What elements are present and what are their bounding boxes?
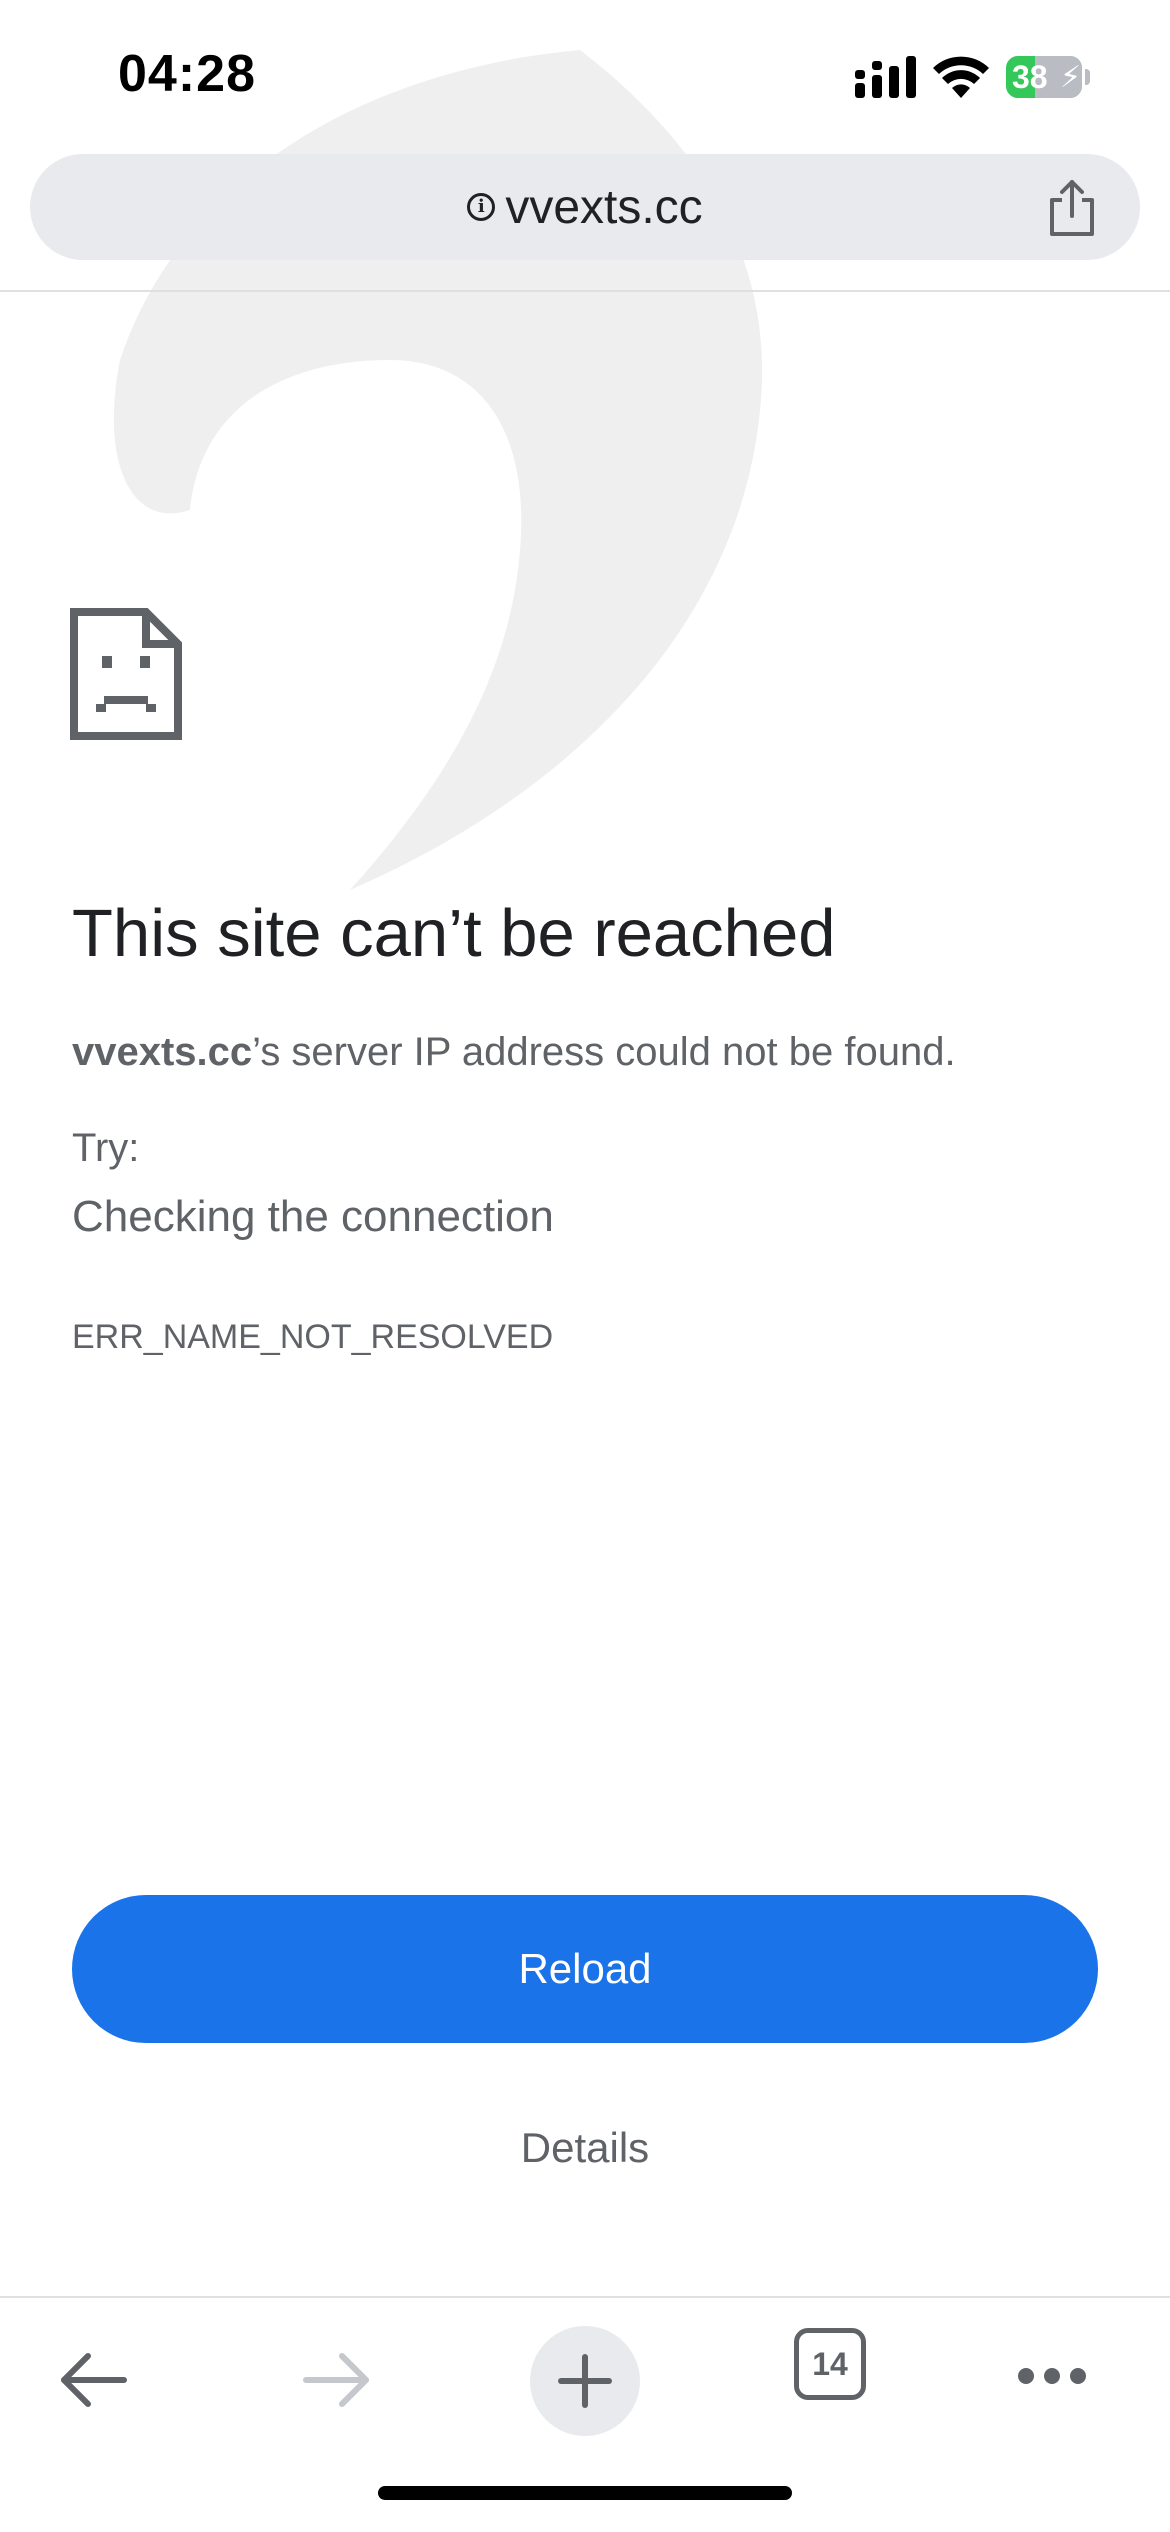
battery-icon: 38 ⚡ [1006,56,1090,98]
forward-icon[interactable] [302,2350,372,2410]
reload-button[interactable]: Reload [72,1895,1098,2043]
suggestion-item: Checking the connection [72,1192,554,1241]
battery-level-bar: 38 ⚡ [1006,56,1082,98]
plus-icon [558,2354,612,2408]
error-host: vvexts.cc [72,1030,253,1074]
home-indicator [378,2486,792,2500]
more-icon[interactable] [1014,2364,1090,2388]
tab-count: 14 [812,2345,848,2382]
try-label: Try: [72,1126,140,1170]
new-tab-button[interactable] [530,2326,640,2436]
error-code: ERR_NAME_NOT_RESOLVED [72,1318,554,1356]
tab-switcher-icon[interactable]: 14 [794,2328,866,2400]
url-bar-divider [0,290,1170,292]
charging-bolt-icon: ⚡ [1060,61,1082,94]
battery-percentage: 38 [1012,59,1048,95]
status-bar: 04:28 38 ⚡ [0,0,1170,150]
error-title: This site can’t be reached [72,896,836,971]
details-button[interactable]: Details [0,2124,1170,2172]
info-icon[interactable]: i [467,193,496,221]
share-icon[interactable] [1044,178,1100,238]
status-time: 04:28 [118,45,256,103]
url-bar[interactable]: i vvexts.cc [30,154,1140,260]
back-icon[interactable] [58,2350,128,2410]
signal-icon [855,56,916,98]
wifi-icon [933,56,989,98]
sad-file-icon [70,608,182,740]
error-description: vvexts.cc’s server IP address could not … [72,1030,956,1075]
error-description-text: ’s server IP address could not be found. [252,1030,956,1074]
url-text[interactable]: vvexts.cc [505,180,702,235]
